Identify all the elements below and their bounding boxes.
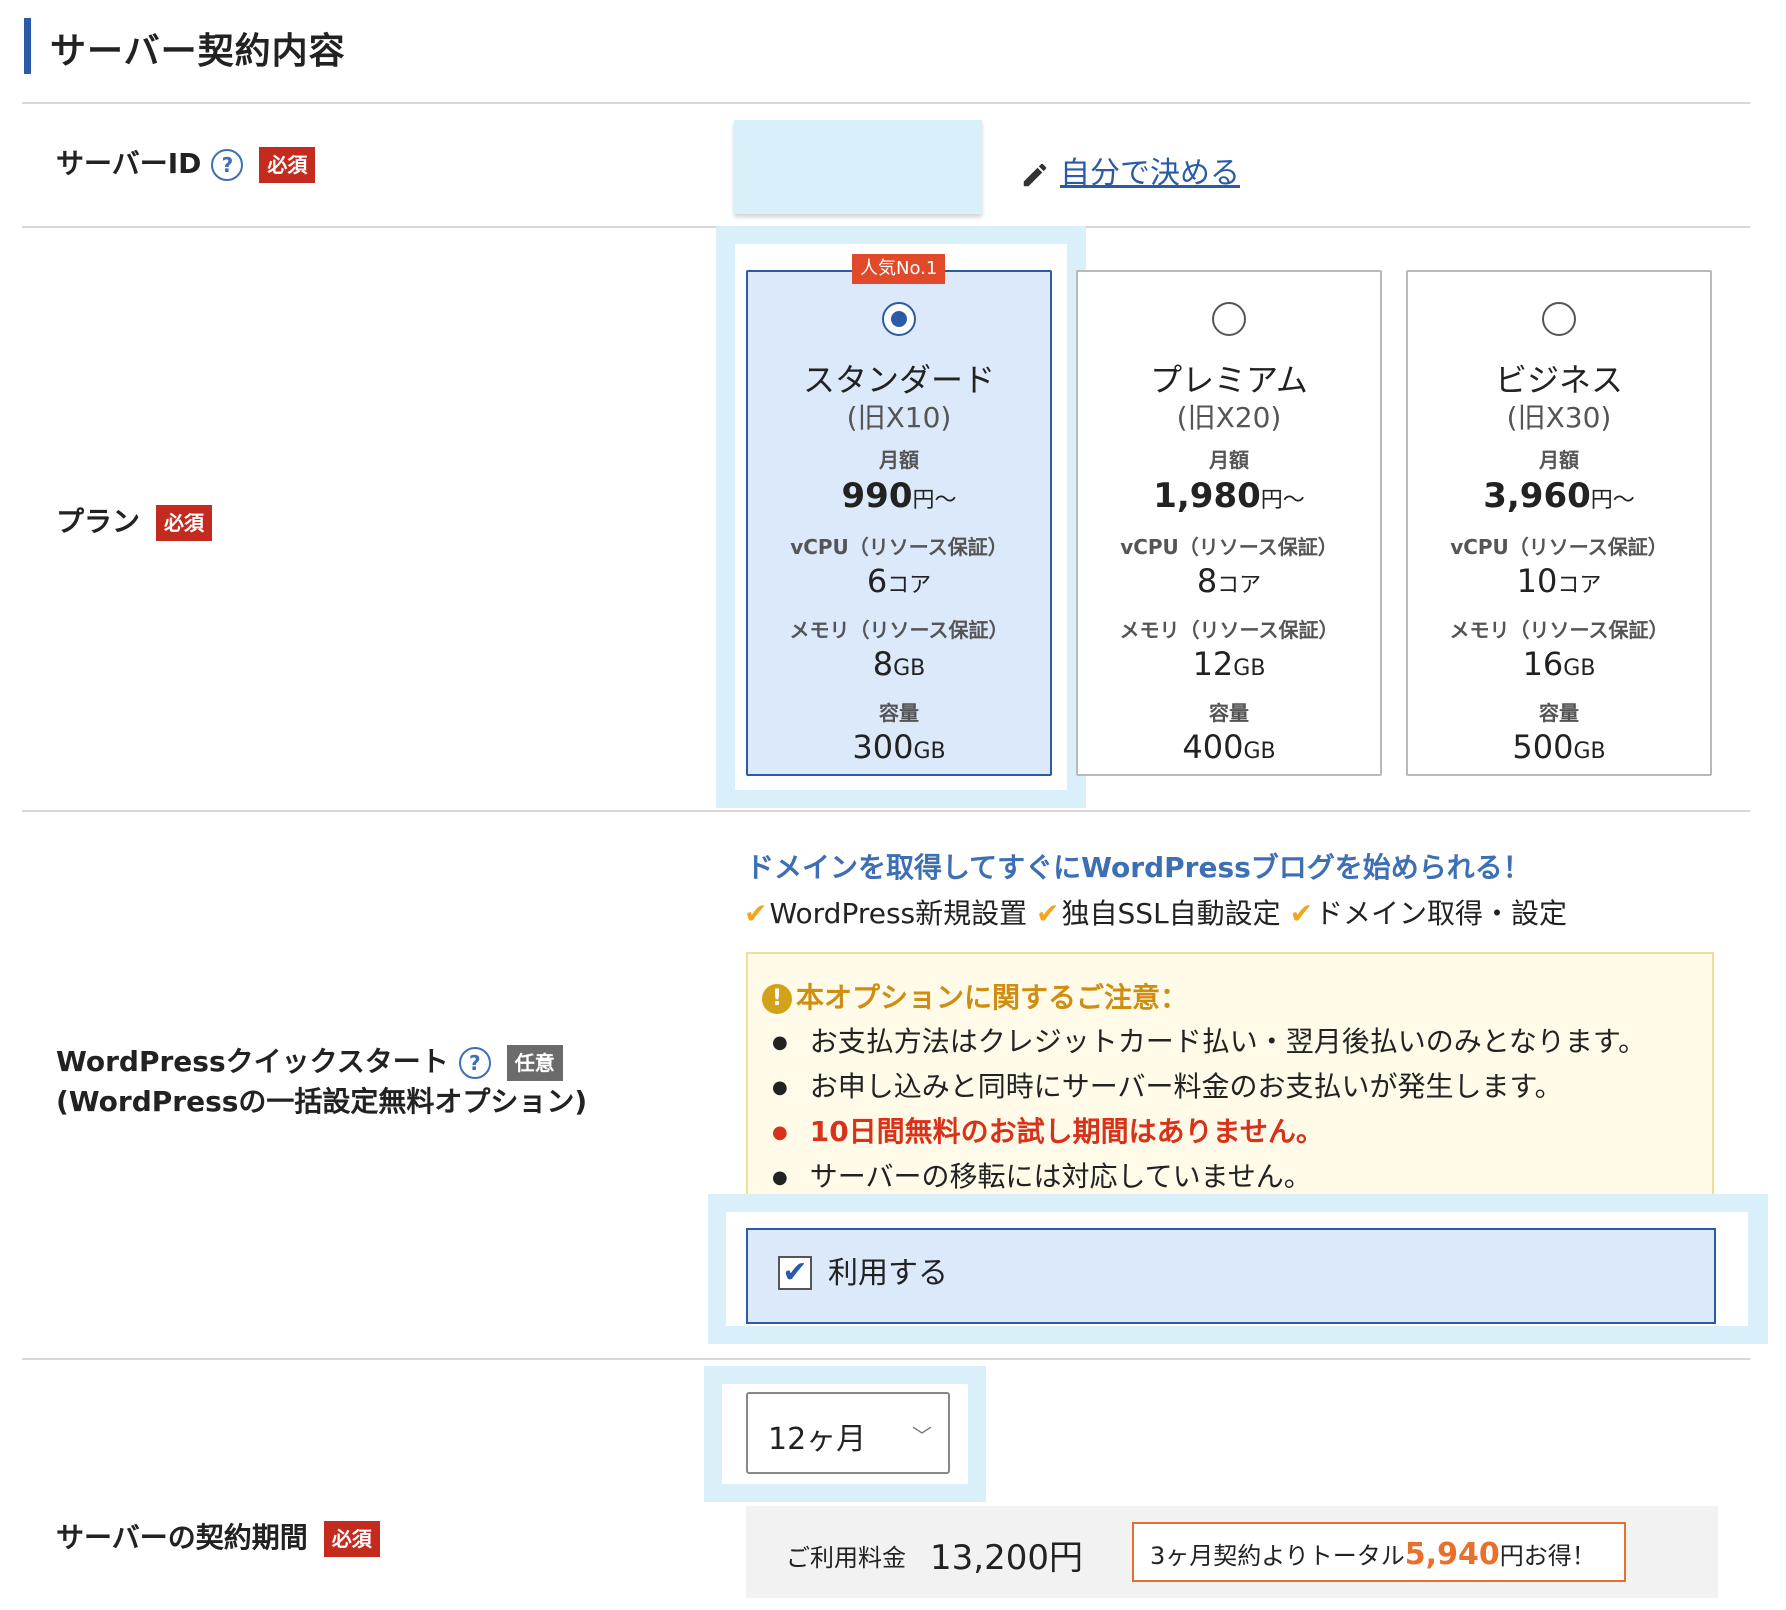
- disk-value: 400GB: [1182, 728, 1276, 766]
- wordpress-label: WordPressクイックスタート: [56, 1045, 449, 1078]
- plan-old-name: (旧X10): [846, 401, 952, 434]
- pencil-icon: [1023, 163, 1047, 186]
- server-id-label-row: サーバーID? 必須: [56, 144, 316, 184]
- fee-amount: 13,200円: [930, 1538, 1083, 1578]
- monthly-label: 月額: [879, 448, 919, 472]
- divider: [22, 1358, 1750, 1360]
- fee-label: ご利用料金: [786, 1544, 906, 1572]
- disk-value: 300GB: [852, 728, 946, 766]
- memory-value: 8GB: [872, 645, 926, 683]
- section-title: サーバー契約内容: [50, 31, 346, 72]
- check-icon: ✔: [1289, 897, 1314, 930]
- plan-name: ビジネス: [1494, 361, 1623, 399]
- plan-radio[interactable]: [1542, 302, 1576, 336]
- period-label: サーバーの契約期間: [56, 1521, 308, 1554]
- feature-item: ドメイン取得・設定: [1315, 897, 1568, 930]
- vcpu-value: 6コア: [866, 562, 932, 600]
- memory-label: メモリ（リソース保証）: [1449, 618, 1669, 642]
- help-icon[interactable]: ?: [211, 149, 244, 181]
- plan-price: 990円〜: [841, 476, 957, 516]
- memory-value: 12GB: [1192, 645, 1266, 683]
- check-icon: ✔: [1036, 897, 1060, 930]
- disk-label: 容量: [1539, 701, 1579, 725]
- optional-badge: 任意: [506, 1045, 563, 1081]
- section-accent-bar: [24, 18, 31, 74]
- popular-badge: 人気No.1: [852, 254, 946, 284]
- memory-label: メモリ（リソース保証）: [789, 618, 1009, 642]
- notice-item-warning: 10日間無料のお試し期間はありません。: [772, 1110, 1646, 1155]
- vcpu-label: vCPU（リソース保証）: [1450, 535, 1668, 559]
- plan-price: 1,980円〜: [1153, 476, 1305, 516]
- check-icon: ✔: [744, 897, 768, 930]
- monthly-label: 月額: [1209, 448, 1249, 472]
- plan-card-business[interactable]: ビジネス (旧X30) 月額 3,960円〜 vCPU（リソース保証） 10コア…: [1406, 270, 1712, 776]
- monthly-label: 月額: [1539, 448, 1579, 472]
- plan-price: 3,960円〜: [1483, 476, 1635, 516]
- notice-item: お申し込みと同時にサーバー料金のお支払いが発生します。: [772, 1065, 1646, 1110]
- plan-card-premium[interactable]: プレミアム (旧X20) 月額 1,980円〜 vCPU（リソース保証） 8コア…: [1076, 270, 1382, 776]
- disk-label: 容量: [1209, 701, 1249, 725]
- wordpress-headline: ドメインを取得してすぐにWordPressブログを始められる！: [746, 851, 1531, 884]
- notice-list: お支払方法はクレジットカード払い・翌月後払いのみとなります。 お申し込みと同時に…: [772, 1020, 1646, 1200]
- vcpu-value: 8コア: [1196, 562, 1262, 600]
- use-label[interactable]: 利用する: [828, 1256, 948, 1292]
- period-select-value[interactable]: 12ヶ月: [768, 1414, 866, 1458]
- decide-link-text: 自分で決める: [1060, 156, 1240, 191]
- help-icon[interactable]: ?: [458, 1047, 491, 1079]
- required-badge: 必須: [323, 1521, 380, 1557]
- saving-text: 3ヶ月契約よりトータル5,940円お得！: [1150, 1537, 1596, 1572]
- period-label-row: サーバーの契約期間 必須: [56, 1518, 380, 1558]
- disk-value: 500GB: [1512, 728, 1606, 766]
- notice-title: ! 本オプションに関するご注意：: [762, 976, 1188, 1016]
- plan-radio[interactable]: [1212, 302, 1246, 336]
- wordpress-sublabel: (WordPressの一括設定無料オプション): [56, 1085, 588, 1118]
- plan-card-standard[interactable]: 人気No.1 スタンダード (旧X10) 月額 990円〜 vCPU（リソース保…: [746, 254, 1052, 776]
- memory-label: メモリ（リソース保証）: [1119, 618, 1339, 642]
- plan-radio[interactable]: [882, 302, 916, 336]
- required-badge: 必須: [156, 505, 213, 541]
- exclamation-icon: !: [762, 984, 792, 1014]
- feature-item: WordPress新規設置: [769, 897, 1028, 930]
- vcpu-label: vCPU（リソース保証）: [790, 535, 1008, 559]
- notice-item: お支払方法はクレジットカード払い・翌月後払いのみとなります。: [772, 1020, 1646, 1065]
- plan-name: プレミアム: [1150, 361, 1308, 399]
- required-badge: 必須: [259, 147, 316, 183]
- plan-old-name: (旧X20): [1176, 401, 1282, 434]
- divider: [22, 810, 1750, 812]
- feature-item: 独自SSL自動設定: [1061, 897, 1281, 930]
- plan-old-name: (旧X30): [1506, 401, 1612, 434]
- divider: [22, 102, 1750, 104]
- server-id-input[interactable]: [734, 120, 982, 214]
- plan-label: プラン: [56, 505, 141, 538]
- decide-server-id-link[interactable]: 自分で決める: [1020, 148, 1240, 192]
- wordpress-label-row: WordPressクイックスタート? 任意 (WordPressの一括設定無料オプ…: [56, 1042, 587, 1122]
- memory-value: 16GB: [1522, 645, 1596, 683]
- vcpu-label: vCPU（リソース保証）: [1120, 535, 1338, 559]
- plan-name: スタンダード: [802, 361, 995, 399]
- vcpu-value: 10コア: [1516, 562, 1602, 600]
- chevron-down-icon[interactable]: ﹀: [912, 1420, 932, 1449]
- disk-label: 容量: [879, 701, 919, 725]
- server-id-label: サーバーID: [56, 147, 202, 180]
- wordpress-features: ✔WordPress新規設置 ✔独自SSL自動設定 ✔ドメイン取得・設定: [744, 892, 1567, 932]
- plan-label-row: プラン 必須: [56, 502, 213, 542]
- use-checkbox[interactable]: ✔: [778, 1256, 812, 1290]
